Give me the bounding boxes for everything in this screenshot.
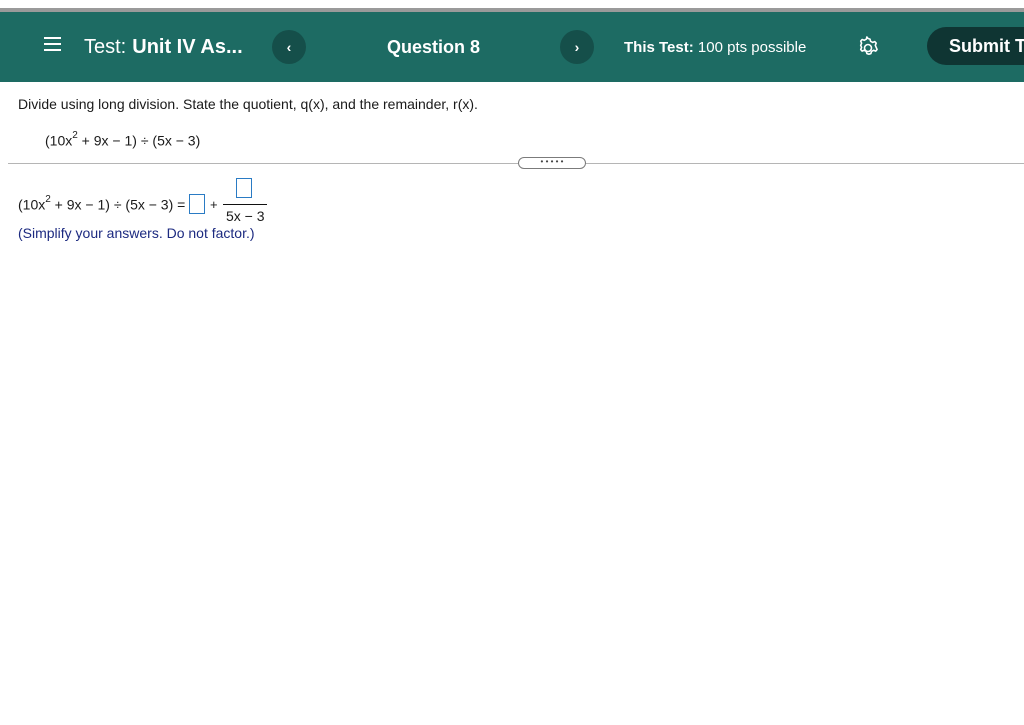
menu-icon[interactable] bbox=[44, 37, 61, 51]
next-question-button[interactable]: › bbox=[560, 30, 594, 64]
section-divider bbox=[8, 163, 1024, 164]
test-title: Test: Unit IV As... bbox=[84, 36, 243, 59]
test-label: Test: bbox=[84, 36, 127, 58]
handle-dots: • • • • • bbox=[540, 157, 564, 166]
previous-question-button[interactable]: ‹ bbox=[272, 30, 306, 64]
question-prompt: Divide using long division. State the qu… bbox=[18, 96, 478, 112]
quotient-input[interactable] bbox=[189, 194, 205, 214]
answer-instruction: (Simplify your answers. Do not factor.) bbox=[18, 225, 255, 241]
expr-exponent: 2 bbox=[72, 130, 78, 141]
question-number: Question 8 bbox=[387, 37, 481, 57]
this-test-value: 100 pts possible bbox=[697, 39, 807, 56]
remainder-input[interactable] bbox=[236, 178, 252, 198]
plus-sign: + bbox=[210, 197, 218, 212]
fraction-bar bbox=[223, 204, 267, 205]
lhs-part1: (10x bbox=[18, 196, 46, 213]
submit-test-button[interactable]: Submit T bbox=[927, 27, 1024, 65]
resize-handle[interactable]: • • • • • bbox=[518, 157, 586, 169]
problem-expression: (10x2 + 9x − 1) ÷ (5x − 3) bbox=[45, 130, 201, 149]
gear-icon[interactable] bbox=[856, 36, 880, 60]
top-strip bbox=[0, 0, 1024, 8]
header-bar: Test: Unit IV As... ‹ Question 8 › This T… bbox=[0, 12, 1024, 82]
this-test-label: This Test: bbox=[624, 39, 694, 56]
test-points-info: This Test: 100 pts possible bbox=[624, 39, 806, 56]
answer-equation-lhs: (10x2 + 9x − 1) ÷ (5x − 3) = bbox=[18, 194, 186, 213]
expr-part2: + 9x − 1) ÷ (5x − 3) bbox=[77, 132, 201, 149]
denominator: 5x − 3 bbox=[226, 208, 265, 224]
chevron-right-icon: › bbox=[574, 39, 580, 55]
test-name: Unit IV As... bbox=[132, 36, 243, 58]
expr-part1: (10x bbox=[45, 132, 73, 149]
lhs-part2: + 9x − 1) ÷ (5x − 3) = bbox=[50, 196, 186, 213]
lhs-exponent: 2 bbox=[45, 194, 51, 205]
chevron-left-icon: ‹ bbox=[286, 39, 292, 55]
